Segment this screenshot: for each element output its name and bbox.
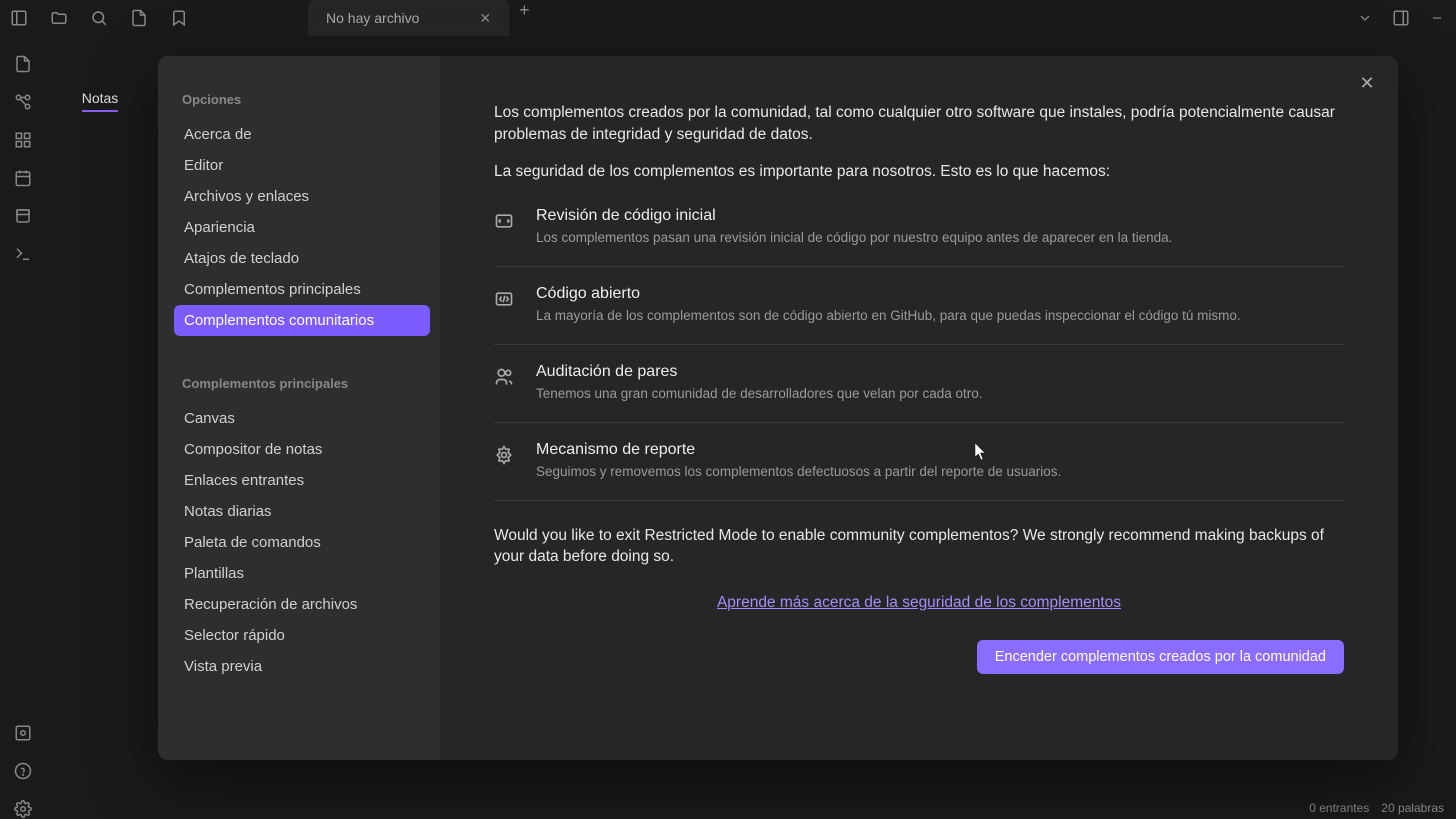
right-panel-toggle-icon[interactable] <box>1390 7 1412 29</box>
command-icon[interactable] <box>13 244 33 264</box>
peer-audit-icon <box>494 367 516 389</box>
feature-desc: La mayoría de los complementos son de có… <box>536 307 1241 326</box>
left-pane: Notas <box>46 36 154 819</box>
intro-text-2: La seguridad de los complementos es impo… <box>494 161 1344 183</box>
code-review-icon <box>494 211 516 233</box>
titlebar: No hay archivo ✕ + <box>0 0 1456 36</box>
settings-nav-item[interactable]: Complementos comunitarios <box>174 305 430 336</box>
close-modal-button[interactable]: ✕ <box>1354 70 1380 96</box>
feature-row: Código abierto La mayoría de los complem… <box>494 267 1344 345</box>
folder-icon[interactable] <box>48 7 70 29</box>
section-header-options: Opciones <box>174 86 430 119</box>
chevron-down-icon[interactable] <box>1354 7 1376 29</box>
learn-more-link[interactable]: Aprende más acerca de la seguridad de lo… <box>717 594 1121 611</box>
new-file-icon[interactable] <box>128 7 150 29</box>
settings-nav-item[interactable]: Enlaces entrantes <box>174 465 430 496</box>
settings-nav-item[interactable]: Atajos de teclado <box>174 243 430 274</box>
settings-nav-item[interactable]: Acerca de <box>174 119 430 150</box>
open-source-icon <box>494 289 516 311</box>
status-words: 20 palabras <box>1381 801 1444 815</box>
help-icon[interactable] <box>13 761 33 781</box>
graph-icon[interactable] <box>13 92 33 112</box>
status-incoming: 0 entrantes <box>1309 801 1369 815</box>
tab-title: No hay archivo <box>326 10 419 26</box>
tab-active[interactable]: No hay archivo ✕ <box>308 0 509 36</box>
settings-nav-item[interactable]: Archivos y enlaces <box>174 181 430 212</box>
feature-row: Auditación de pares Tenemos una gran com… <box>494 345 1344 423</box>
restricted-mode-prompt: Would you like to exit Restricted Mode t… <box>494 525 1344 568</box>
feature-row: Revisión de código inicial Los complemen… <box>494 199 1344 267</box>
settings-nav-item[interactable]: Canvas <box>174 403 430 434</box>
feature-desc: Seguimos y removemos los complementos de… <box>536 463 1061 482</box>
daily-note-icon[interactable] <box>13 168 33 188</box>
feature-title: Auditación de pares <box>536 363 983 381</box>
feature-desc: Tenemos una gran comunidad de desarrolla… <box>536 385 983 404</box>
settings-nav-item[interactable]: Apariencia <box>174 212 430 243</box>
feature-title: Código abierto <box>536 285 1241 303</box>
bug-report-icon <box>494 445 516 467</box>
settings-nav-item[interactable]: Compositor de notas <box>174 434 430 465</box>
enable-community-plugins-button[interactable]: Encender complementos creados por la com… <box>977 640 1344 674</box>
status-bar: 0 entrantes 20 palabras <box>1309 801 1444 815</box>
settings-modal: Opciones Acerca deEditorArchivos y enlac… <box>158 56 1398 760</box>
files-icon[interactable] <box>13 54 33 74</box>
search-icon[interactable] <box>88 7 110 29</box>
settings-icon[interactable] <box>13 799 33 819</box>
settings-content: ✕ Los complementos creados por la comuni… <box>440 56 1398 760</box>
pane-tab-notes[interactable]: Notas <box>82 90 119 112</box>
templates-icon[interactable] <box>13 206 33 226</box>
minimize-icon[interactable] <box>1426 7 1448 29</box>
ribbon <box>0 36 46 819</box>
feature-title: Revisión de código inicial <box>536 207 1172 225</box>
bookmark-icon[interactable] <box>168 7 190 29</box>
close-tab-icon[interactable]: ✕ <box>479 10 491 27</box>
settings-nav-item[interactable]: Notas diarias <box>174 496 430 527</box>
canvas-icon[interactable] <box>13 130 33 150</box>
feature-row: Mecanismo de reporte Seguimos y removemo… <box>494 423 1344 501</box>
vault-icon[interactable] <box>13 723 33 743</box>
settings-sidebar: Opciones Acerca deEditorArchivos y enlac… <box>158 56 440 760</box>
section-header-core-plugins: Complementos principales <box>174 370 430 403</box>
settings-nav-item[interactable]: Selector rápido <box>174 620 430 651</box>
settings-nav-item[interactable]: Complementos principales <box>174 274 430 305</box>
new-tab-button[interactable]: + <box>509 0 540 36</box>
left-panel-toggle-icon[interactable] <box>8 7 30 29</box>
feature-title: Mecanismo de reporte <box>536 441 1061 459</box>
intro-text-1: Los complementos creados por la comunida… <box>494 102 1344 145</box>
settings-nav-item[interactable]: Paleta de comandos <box>174 527 430 558</box>
settings-nav-item[interactable]: Vista previa <box>174 651 430 682</box>
settings-nav-item[interactable]: Editor <box>174 150 430 181</box>
feature-desc: Los complementos pasan una revisión inic… <box>536 229 1172 248</box>
settings-nav-item[interactable]: Plantillas <box>174 558 430 589</box>
settings-nav-item[interactable]: Recuperación de archivos <box>174 589 430 620</box>
